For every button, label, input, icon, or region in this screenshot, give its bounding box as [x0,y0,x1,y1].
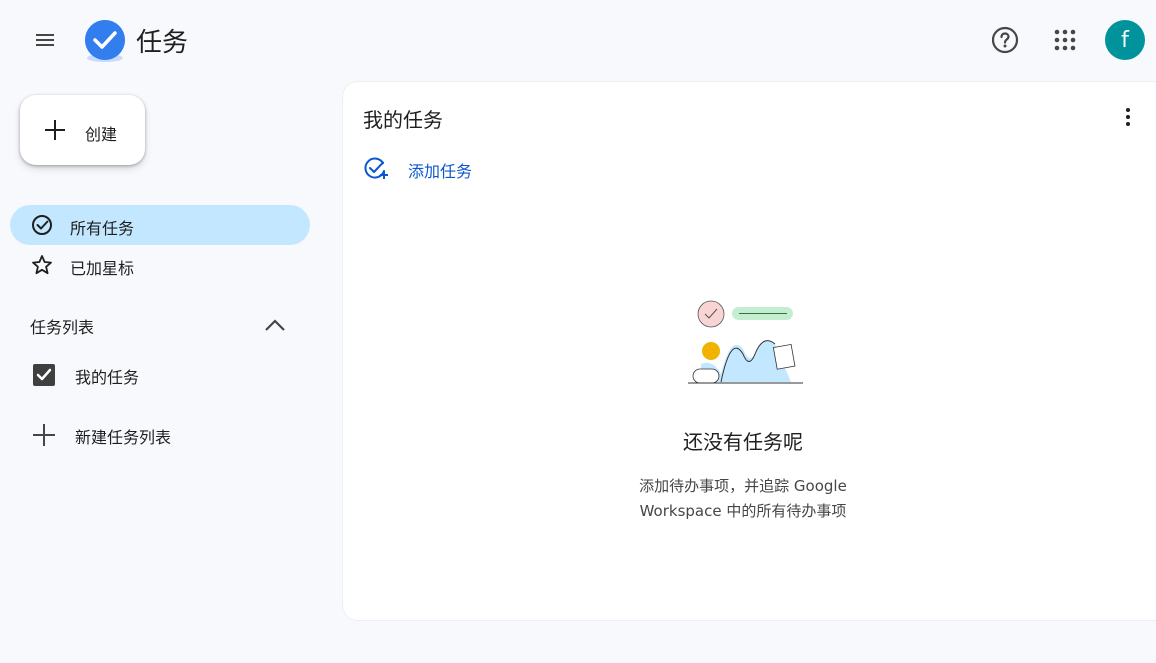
empty-state-title: 还没有任务呢 [683,430,803,454]
app-header: 任务 f [0,0,1156,80]
new-task-list-label: 新建任务列表 [75,428,172,447]
nav-item-all-tasks[interactable]: 所有任务 [10,205,310,245]
list-item-label: 我的任务 [75,368,140,387]
task-list-panel: 我的任务 添加任务 还没有任务呢 添加待办事项，并追踪 Google Works… [342,81,1156,621]
create-button[interactable]: 创建 [20,95,145,165]
google-apps-button[interactable] [1045,20,1085,60]
add-task-label: 添加任务 [408,162,473,181]
help-button[interactable] [985,20,1025,60]
check-circle-icon [32,215,52,235]
star-outline-icon [32,255,52,275]
main-menu-button[interactable] [25,20,65,60]
more-vert-icon [1126,108,1130,126]
plus-icon [45,120,65,140]
tasks-logo-icon [85,20,125,62]
app-title: 任务 [136,28,189,58]
plus-icon [33,424,55,446]
create-button-label: 创建 [85,125,118,144]
new-task-list-button[interactable]: 新建任务列表 [20,414,310,454]
add-task-icon [364,157,388,179]
nav-item-label: 已加星标 [70,259,135,278]
apps-grid-icon [1054,29,1076,51]
list-item-my-tasks[interactable]: 我的任务 [20,354,310,394]
empty-state-desc-line: 添加待办事项，并追踪 Google [639,477,847,495]
add-task-button[interactable]: 添加任务 [361,152,511,184]
empty-tasks-illustration [688,300,803,384]
nav-item-starred[interactable]: 已加星标 [10,245,310,285]
help-icon [991,26,1019,54]
empty-state-desc-line: Workspace 中的所有待办事项 [639,502,847,520]
menu-icon [36,34,54,46]
empty-state-description: 添加待办事项，并追踪 Google Workspace 中的所有待办事项 [593,474,893,524]
collapse-lists-button[interactable] [260,310,290,340]
nav-item-label: 所有任务 [70,219,135,238]
checked-checkbox-icon[interactable] [32,363,56,387]
chevron-up-icon [265,319,285,331]
account-avatar[interactable]: f [1105,20,1145,60]
more-options-button[interactable] [1113,102,1143,132]
panel-title: 我的任务 [363,108,443,132]
task-lists-section-title: 任务列表 [30,318,95,337]
